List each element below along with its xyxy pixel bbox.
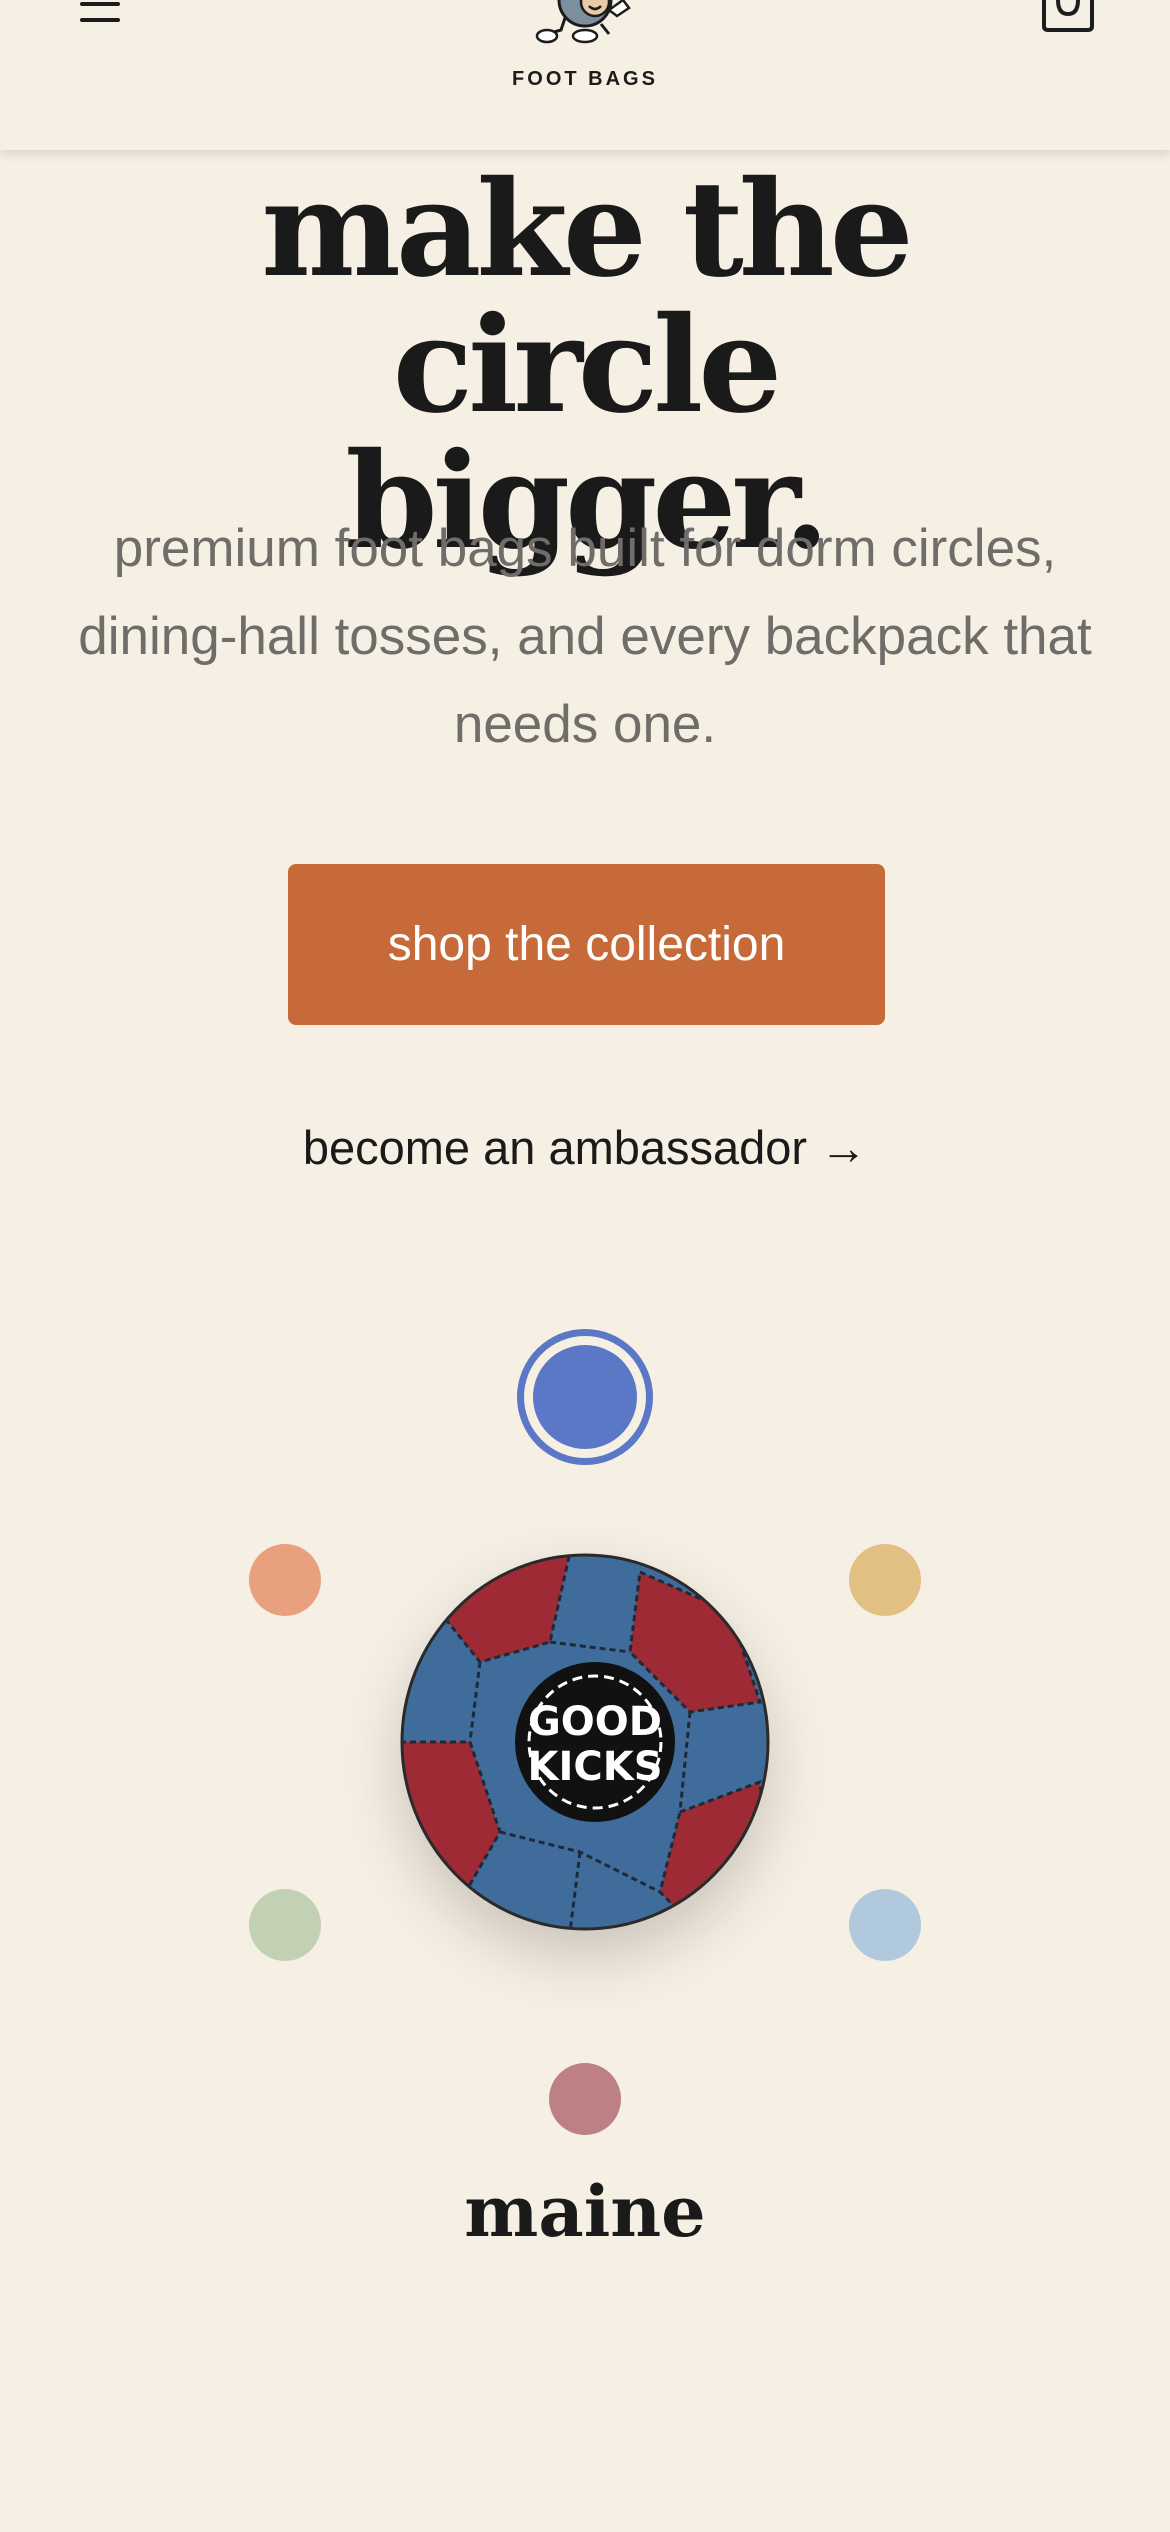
hamburger-menu-icon[interactable] xyxy=(72,0,132,40)
product-foot-bag[interactable]: GOOD KICKS xyxy=(400,1552,770,1932)
color-swatch-sage[interactable] xyxy=(249,1889,321,1961)
ball-badge-line-1: GOOD xyxy=(528,1699,662,1745)
brand-logo[interactable]: FOOT BAGS xyxy=(505,0,665,110)
page: FOOT BAGS make the circle bigger. premiu… xyxy=(0,0,1170,2532)
ball-badge-line-2: KICKS xyxy=(527,1744,662,1790)
hero-subtext: premium foot bags built for dorm circles… xyxy=(78,519,1092,754)
shopping-bag-icon[interactable] xyxy=(1040,0,1096,36)
site-header: FOOT BAGS xyxy=(0,0,1170,150)
color-swatch-maine[interactable] xyxy=(533,1345,637,1449)
headline-line-1: make the circle xyxy=(261,152,914,443)
color-swatch-skyblue[interactable] xyxy=(849,1889,921,1961)
logo-text: FOOT BAGS xyxy=(512,68,658,90)
become-ambassador-link[interactable]: become an ambassador → xyxy=(200,1120,970,1175)
mascot-icon xyxy=(535,0,631,44)
color-swatch-peach[interactable] xyxy=(249,1544,321,1616)
color-swatch-mustard[interactable] xyxy=(849,1544,921,1616)
selected-color-name: maine xyxy=(464,2170,706,2253)
color-swatch-rose[interactable] xyxy=(549,2063,621,2135)
shop-collection-button[interactable]: shop the collection xyxy=(288,864,885,1025)
